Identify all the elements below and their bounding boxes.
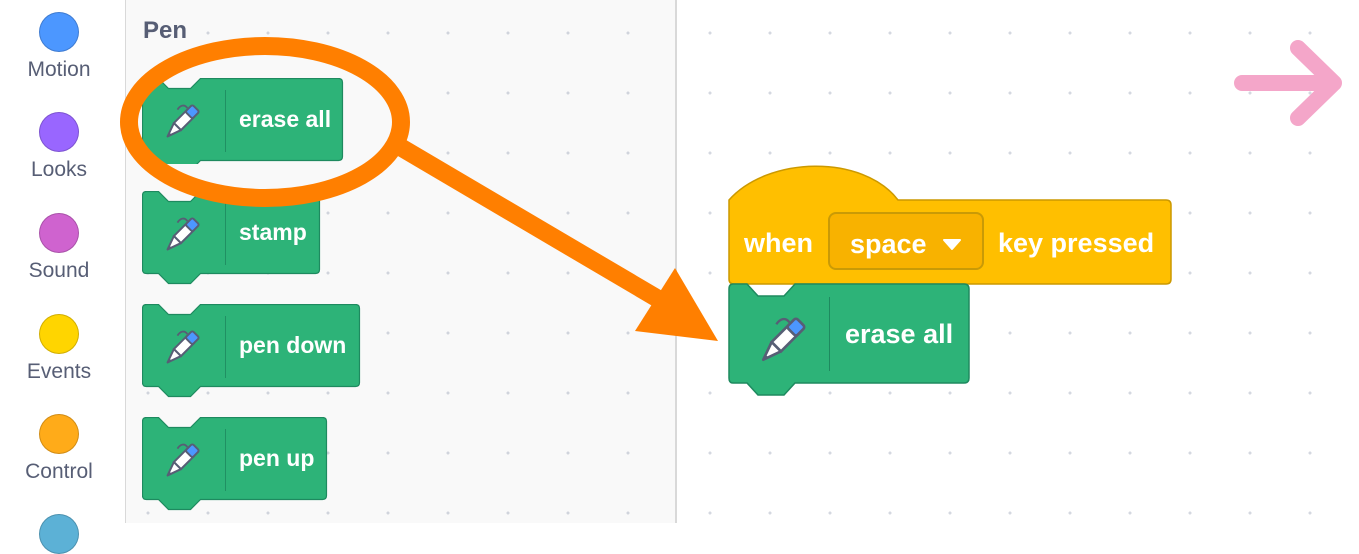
palette-section-title: Pen xyxy=(143,17,188,44)
looks-category-dot xyxy=(39,112,79,152)
stamp-block[interactable]: stamp xyxy=(142,191,321,285)
events-category-dot xyxy=(39,314,79,354)
block-divider xyxy=(225,203,226,265)
erase-all-block[interactable]: erase all xyxy=(142,78,344,164)
motion-category-dot xyxy=(39,12,79,52)
pen-icon xyxy=(156,324,206,374)
block-label: pen down xyxy=(239,332,347,358)
hat-key-pressed-label: key pressed xyxy=(998,228,1155,258)
category-looks[interactable]: Looks xyxy=(0,112,118,182)
block-divider xyxy=(225,90,226,152)
category-label: Sound xyxy=(28,259,90,282)
block-label: stamp xyxy=(239,219,307,245)
block-divider xyxy=(225,316,226,378)
category-label: Events xyxy=(26,360,92,383)
category-menu: Motion Looks Sound Events Control xyxy=(0,0,126,554)
block-divider xyxy=(829,297,830,371)
pen-icon xyxy=(748,309,814,375)
chevron-down-icon xyxy=(943,239,961,250)
category-label: Motion xyxy=(27,58,91,81)
sound-category-dot xyxy=(39,213,79,253)
pen-up-block[interactable]: pen up xyxy=(142,417,328,511)
pen-icon xyxy=(156,437,206,487)
category-control[interactable]: Control xyxy=(0,414,118,484)
category-sound[interactable]: Sound xyxy=(0,213,118,283)
control-category-dot xyxy=(39,414,79,454)
category-motion[interactable]: Motion xyxy=(0,12,118,82)
block-label: pen up xyxy=(239,445,315,471)
key-value: space xyxy=(850,229,927,259)
category-label: Control xyxy=(25,460,93,483)
block-label: erase all xyxy=(239,106,332,132)
when-key-pressed-block[interactable]: when space key pressed xyxy=(728,162,1174,286)
sensing-category-dot xyxy=(39,514,79,554)
next-arrow-icon[interactable] xyxy=(1234,40,1359,126)
category-next-partial[interactable] xyxy=(0,514,118,554)
key-select-dropdown[interactable]: space xyxy=(828,212,984,270)
pen-icon xyxy=(156,98,206,148)
category-events[interactable]: Events xyxy=(0,314,118,384)
pen-icon xyxy=(156,211,206,261)
block-label: erase all xyxy=(845,319,954,349)
workspace-erase-all-block[interactable]: erase all xyxy=(728,283,974,401)
hat-when-label: when xyxy=(744,228,814,258)
block-divider xyxy=(225,429,226,491)
category-label: Looks xyxy=(30,158,88,181)
pen-down-block[interactable]: pen down xyxy=(142,304,361,398)
